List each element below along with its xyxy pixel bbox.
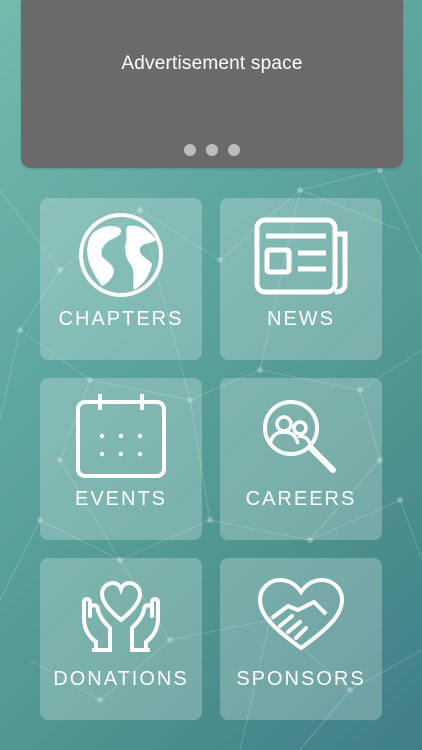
tile-news[interactable]: NEWS <box>220 198 382 360</box>
people-search-icon <box>263 400 336 473</box>
tile-careers[interactable]: CAREERS <box>220 378 382 540</box>
advertisement-text: Advertisement space <box>121 53 303 74</box>
tile-donations[interactable]: DONATIONS <box>40 558 202 720</box>
tile-label-events: EVENTS <box>74 488 168 510</box>
pager-dots <box>21 144 403 156</box>
tile-label-sponsors: SPONSORS <box>236 668 366 690</box>
tile-sponsors[interactable]: SPONSORS <box>220 558 382 720</box>
heart-hands-icon <box>82 580 160 652</box>
tile-label-careers: CAREERS <box>245 488 357 510</box>
handshake-heart-icon <box>257 577 345 651</box>
tile-label-news: NEWS <box>267 308 335 330</box>
pager-dot[interactable] <box>206 144 218 156</box>
calendar-icon <box>76 394 166 478</box>
newspaper-icon <box>254 217 348 295</box>
tile-chapters[interactable]: CHAPTERS <box>40 198 202 360</box>
pager-dot[interactable] <box>184 144 196 156</box>
globe-icon <box>79 213 163 297</box>
tile-label-donations: DONATIONS <box>53 668 189 690</box>
tile-label-chapters: CHAPTERS <box>58 308 184 330</box>
tile-events[interactable]: EVENTS <box>40 378 202 540</box>
advertisement-banner[interactable]: Advertisement space <box>21 0 403 168</box>
pager-dot[interactable] <box>228 144 240 156</box>
